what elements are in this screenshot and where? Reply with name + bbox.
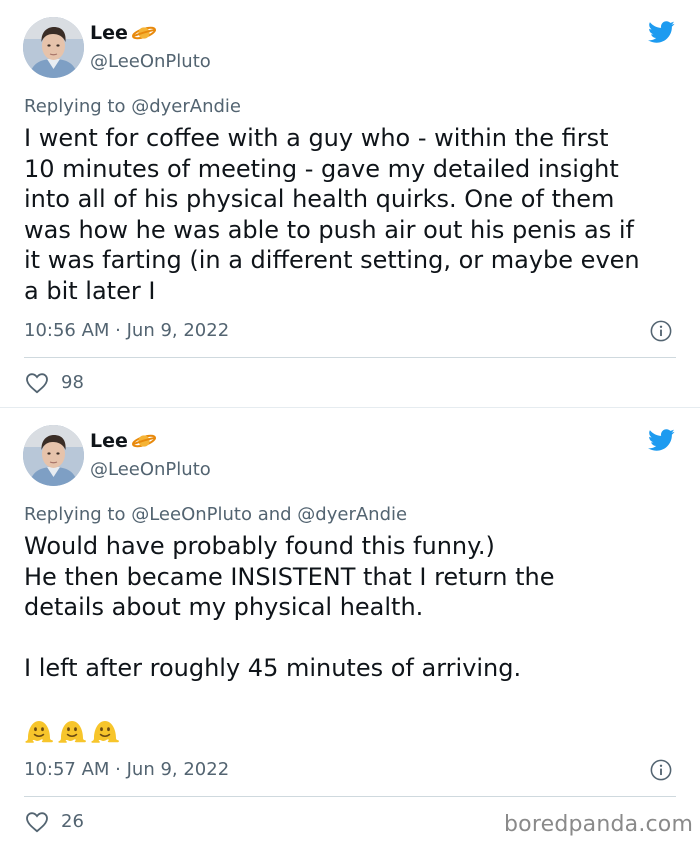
avatar-image	[23, 17, 84, 78]
tweet-text: I went for coffee with a guy who - withi…	[24, 124, 640, 305]
heart-icon[interactable]	[25, 811, 49, 833]
user-name[interactable]: Lee	[90, 428, 128, 454]
heart-icon[interactable]	[25, 372, 49, 394]
like-button[interactable]: 26	[25, 810, 84, 834]
replying-to: Replying to @dyerAndie	[24, 95, 241, 119]
twitter-bird-icon[interactable]	[644, 18, 678, 46]
tweet-card-1[interactable]: Lee @LeeOnPluto Replying to @dyerAndie I…	[0, 0, 700, 407]
user-handle[interactable]: @LeeOnPluto	[90, 50, 211, 74]
twitter-bird-icon[interactable]	[644, 426, 678, 454]
ringed-planet-icon	[131, 432, 157, 450]
replying-prefix: Replying to	[24, 504, 126, 525]
divider	[24, 796, 676, 797]
user-name-row[interactable]: Lee	[90, 428, 157, 454]
ringed-planet-icon	[131, 24, 157, 42]
tweet-card-2[interactable]: Lee @LeeOnPluto Replying to @LeeOnPluto …	[0, 408, 700, 849]
reply-mentions[interactable]: @dyerAndie	[131, 96, 241, 117]
user-name[interactable]: Lee	[90, 20, 128, 46]
avatar-image	[23, 425, 84, 486]
like-button[interactable]: 98	[25, 371, 84, 395]
replying-prefix: Replying to	[24, 96, 126, 117]
tweet-text: Would have probably found this funny.) H…	[24, 532, 555, 682]
user-handle[interactable]: @LeeOnPluto	[90, 458, 211, 482]
melting-face-icon	[24, 716, 54, 746]
watermark: boredpanda.com	[504, 812, 694, 837]
tweet-timestamp[interactable]: 10:56 AM · Jun 9, 2022	[24, 319, 229, 343]
melting-face-icon	[90, 716, 120, 746]
info-icon[interactable]	[650, 759, 672, 781]
emoji-row	[24, 716, 120, 746]
avatar[interactable]	[23, 425, 84, 486]
like-count: 26	[61, 811, 84, 832]
tweet-timestamp[interactable]: 10:57 AM · Jun 9, 2022	[24, 758, 229, 782]
user-name-row[interactable]: Lee	[90, 20, 157, 46]
info-icon[interactable]	[650, 320, 672, 342]
reply-mentions[interactable]: @LeeOnPluto and @dyerAndie	[131, 504, 407, 525]
divider	[24, 357, 676, 358]
like-count: 98	[61, 372, 84, 393]
melting-face-icon	[57, 716, 87, 746]
avatar[interactable]	[23, 17, 84, 78]
replying-to: Replying to @LeeOnPluto and @dyerAndie	[24, 503, 407, 527]
